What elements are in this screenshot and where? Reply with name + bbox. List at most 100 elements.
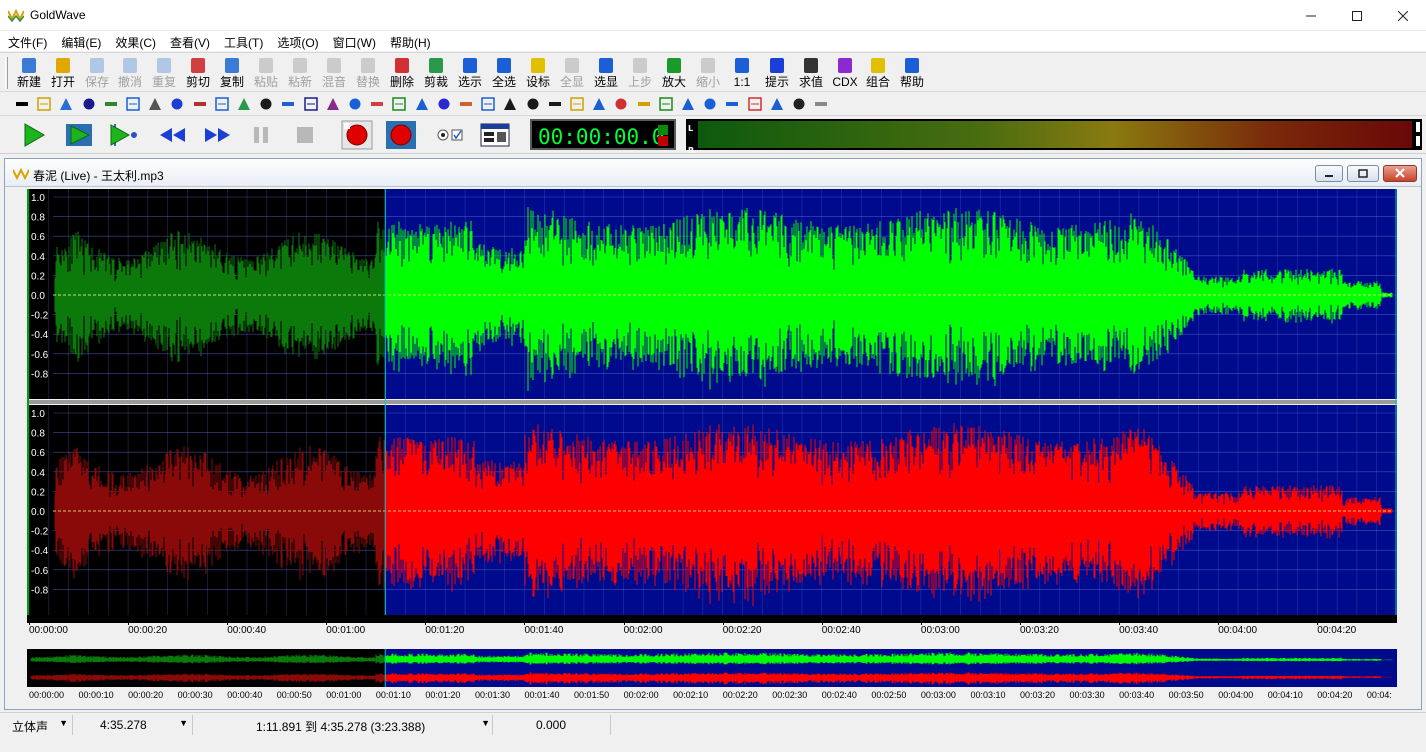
- fade-icon[interactable]: [591, 96, 607, 112]
- fast-forward-icon[interactable]: [200, 120, 234, 150]
- toolbar-button-13[interactable]: 选示: [454, 55, 486, 91]
- play-from-cursor-icon[interactable]: [106, 120, 140, 150]
- toolbar-button-17[interactable]: 选显: [590, 55, 622, 91]
- toolbar-button-15[interactable]: 设标: [522, 55, 554, 91]
- grid-icon[interactable]: [258, 96, 274, 112]
- swap-icon[interactable]: [724, 96, 740, 112]
- close-icon[interactable]: [1380, 0, 1426, 31]
- toolbar-button-10[interactable]: 替换: [352, 55, 384, 91]
- toolbar-button-24[interactable]: CDX: [829, 55, 861, 91]
- cross-icon[interactable]: [58, 96, 74, 112]
- menu-item-6[interactable]: 窗口(W): [329, 31, 380, 51]
- restore-icon[interactable]: [747, 96, 763, 112]
- toolbar-button-7[interactable]: 粘贴: [250, 55, 282, 91]
- chevron-down-icon: ▼: [179, 718, 188, 728]
- level-icon[interactable]: [502, 96, 518, 112]
- volume-soft-icon[interactable]: [569, 96, 585, 112]
- doc-restore-icon[interactable]: [1347, 165, 1379, 182]
- volume-loud-icon[interactable]: [547, 96, 563, 112]
- settings-gear-icon[interactable]: [791, 96, 807, 112]
- reverse-icon[interactable]: [769, 96, 785, 112]
- equalizer-icon[interactable]: [214, 96, 230, 112]
- doc-close-icon[interactable]: [1383, 165, 1417, 182]
- pause-icon[interactable]: [244, 120, 278, 150]
- overview-ruler[interactable]: 00:00:00 00:00:10 00:00:20 00:00:30 00:00:40…: [27, 689, 1397, 701]
- toolbar-button-16[interactable]: 全显: [556, 55, 588, 91]
- menu-item-1[interactable]: 编辑(E): [57, 31, 105, 51]
- flanger-icon[interactable]: [414, 96, 430, 112]
- menu-item-5[interactable]: 选项(O): [273, 31, 322, 51]
- toolbar-button-19[interactable]: 放大: [658, 55, 690, 91]
- toolbar-button-26[interactable]: 帮助: [896, 55, 928, 91]
- shift-icon[interactable]: [81, 96, 97, 112]
- delay-icon[interactable]: [347, 96, 363, 112]
- channel-mixer-icon[interactable]: [658, 96, 674, 112]
- align-icon[interactable]: [103, 96, 119, 112]
- toolbar-button-25[interactable]: 组合: [862, 55, 894, 91]
- stereo-icon[interactable]: [36, 96, 52, 112]
- menu-item-2[interactable]: 效果(C): [111, 31, 160, 51]
- compress-icon[interactable]: [125, 96, 141, 112]
- toolbar-button-6[interactable]: 复制: [216, 55, 248, 91]
- minimize-icon[interactable]: [1288, 0, 1334, 31]
- stereo-width-icon[interactable]: [480, 96, 496, 112]
- toolbar-button-22[interactable]: 提示: [761, 55, 793, 91]
- doppler-icon[interactable]: [192, 96, 208, 112]
- device-toggle-icon[interactable]: [434, 120, 468, 150]
- doc-minimize-icon[interactable]: [1315, 165, 1343, 182]
- length-select[interactable]: 4:35.278 ▼: [100, 717, 190, 735]
- stop-icon[interactable]: [288, 120, 322, 150]
- rewind-icon[interactable]: [156, 120, 190, 150]
- timeline-ruler[interactable]: 00:00:00 00:00:20 00:00:40 00:01:00 00:01:20…: [27, 615, 1397, 637]
- toolbar-button-20[interactable]: 缩小: [692, 55, 724, 91]
- channels-select[interactable]: 立体声 ▼: [12, 717, 70, 735]
- mixer-icon[interactable]: [325, 96, 341, 112]
- toolbar-button-18[interactable]: 上步: [624, 55, 656, 91]
- spectrum-icon[interactable]: [391, 96, 407, 112]
- overview-tick-label: 00:01:40: [524, 690, 560, 700]
- maximize-icon[interactable]: [1334, 0, 1380, 31]
- echo-icon[interactable]: [436, 96, 452, 112]
- toolbar-button-21[interactable]: 1:1: [726, 55, 758, 91]
- menu-item-7[interactable]: 帮助(H): [386, 31, 435, 51]
- toolbar-button-4[interactable]: 重复: [148, 55, 180, 91]
- play-selection-icon[interactable]: [62, 120, 96, 150]
- waveform-display[interactable]: 1.0 0.8 0.6 0.4 0.2 0.0 -0.2 -0.4 -0.6 -0.8 1.0 0.8…: [27, 189, 1397, 619]
- selection-select[interactable]: 1:11.891 到 4:35.278 (3:23.388) ▼: [256, 717, 492, 735]
- control-properties-icon[interactable]: [478, 120, 512, 150]
- toolbar-button-1[interactable]: 打开: [47, 55, 79, 91]
- menu-item-4[interactable]: 工具(T): [220, 31, 267, 51]
- dc-offset-icon[interactable]: [636, 96, 652, 112]
- invert-icon[interactable]: [613, 96, 629, 112]
- overview-waveform[interactable]: [27, 649, 1397, 687]
- toolbar-button-14[interactable]: 全选: [488, 55, 520, 91]
- toolbar-button-8[interactable]: 粘新: [284, 55, 316, 91]
- toolbar-button-2[interactable]: 保存: [81, 55, 113, 91]
- mail-icon[interactable]: [813, 96, 829, 112]
- filter-icon[interactable]: [236, 96, 252, 112]
- hz-icon[interactable]: [702, 96, 718, 112]
- record-selection-icon[interactable]: [384, 120, 418, 150]
- toolbar-button-11[interactable]: 删除: [386, 55, 418, 91]
- toolbar-button-5[interactable]: 剪切: [182, 55, 214, 91]
- record-icon[interactable]: [340, 120, 374, 150]
- play-icon[interactable]: [16, 120, 50, 150]
- flat-icon[interactable]: [14, 96, 30, 112]
- menu-item-0[interactable]: 文件(F): [4, 31, 51, 51]
- select-view-icon: [463, 58, 477, 73]
- toolbar-button-9[interactable]: 混音: [318, 55, 350, 91]
- pitch-icon[interactable]: [303, 96, 319, 112]
- reverb-icon[interactable]: [369, 96, 385, 112]
- loop-icon[interactable]: [169, 96, 185, 112]
- noise-icon[interactable]: [458, 96, 474, 112]
- menu-item-3[interactable]: 查看(V): [166, 31, 214, 51]
- toolbar-button-3[interactable]: 撤消: [114, 55, 146, 91]
- toolbar-grip[interactable]: [5, 57, 8, 89]
- toolbar-button-23[interactable]: 求值: [795, 55, 827, 91]
- envelope-icon[interactable]: [147, 96, 163, 112]
- toolbar-button-0[interactable]: 新建: [13, 55, 45, 91]
- volume-icon[interactable]: [525, 96, 541, 112]
- toolbar-button-12[interactable]: 剪裁: [420, 55, 452, 91]
- resample-icon[interactable]: [680, 96, 696, 112]
- back-arrow-icon[interactable]: [280, 96, 296, 112]
